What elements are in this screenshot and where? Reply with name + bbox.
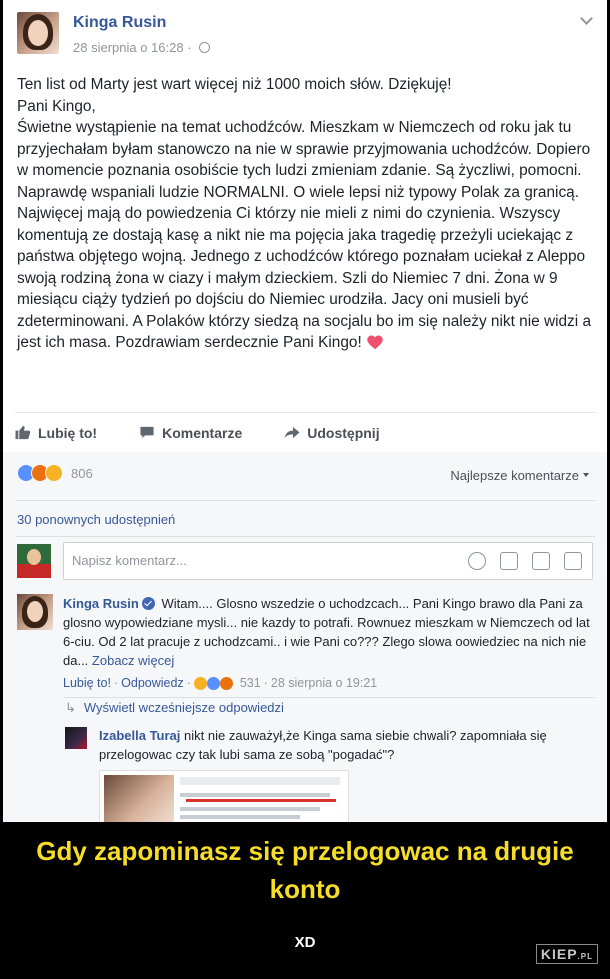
share-button[interactable]: Udostępnij (284, 424, 380, 441)
post-intro: Ten list od Marty jest wart więcej niż 1… (17, 76, 452, 93)
post-letter-text: Świetne wystąpienie na temat uchodźców. … (17, 119, 592, 351)
screenshot-frame: Kinga Rusin 28 sierpnia o 16:28 · Ten li… (0, 0, 610, 979)
reply-arrow-icon: ↳ (65, 700, 76, 715)
current-user-avatar[interactable] (17, 544, 51, 578)
attached-image-line (180, 793, 330, 797)
previous-replies-link[interactable]: ↳ Wyświetl wcześniejsze odpowiedzi (65, 700, 284, 716)
gif-icon[interactable] (532, 552, 550, 570)
comment-button[interactable]: Komentarze (139, 425, 242, 441)
thumbs-up-icon (15, 425, 31, 440)
camera-icon[interactable] (500, 552, 518, 570)
post-greeting: Pani Kingo, (17, 97, 96, 115)
post-body: Ten list od Marty jest wart więcej niż 1… (17, 74, 597, 354)
haha-reaction-icon (45, 464, 63, 482)
separator: · (263, 676, 268, 690)
post-author-name[interactable]: Kinga Rusin (73, 14, 166, 32)
post-date[interactable]: 28 sierpnia o 16:28 · (73, 40, 195, 55)
haha-reaction-icon (193, 676, 207, 690)
attached-image-photo (104, 775, 174, 822)
comment-sort-dropdown[interactable]: Najlepsze komentarze (450, 468, 589, 483)
like-reaction-icon (206, 676, 220, 690)
comment-label: Komentarze (162, 424, 243, 441)
see-more-link[interactable]: Zobacz więcej (92, 653, 174, 668)
divider (15, 536, 595, 537)
angry-reaction-icon (219, 676, 233, 690)
previous-replies-label: Wyświetl wcześniejsze odpowiedzi (83, 700, 284, 715)
reply-author-name[interactable]: Izabella Turaj (99, 728, 180, 743)
attached-image-underline (186, 799, 336, 802)
separator: · (186, 676, 191, 690)
separator: · (113, 676, 119, 690)
author-avatar[interactable] (17, 12, 59, 54)
watermark-main: KIEP (540, 946, 578, 962)
comment-input-tools (468, 552, 582, 570)
divider (15, 500, 595, 501)
verified-badge-icon (141, 597, 155, 610)
chevron-down-icon[interactable] (580, 12, 593, 25)
facebook-post-card: Kinga Rusin 28 sierpnia o 16:28 · Ten li… (3, 0, 607, 822)
comment-date[interactable]: 28 sierpnia o 19:21 (271, 676, 377, 690)
post-action-bar: Lubię to! Komentarze Udostępnij (15, 412, 595, 452)
post-timestamp[interactable]: 28 sierpnia o 16:28 · (73, 40, 211, 55)
reply-body: Izabella Turaj nikt nie zauważył,że King… (99, 726, 589, 764)
reply-attached-image[interactable] (99, 770, 349, 822)
comment-input-placeholder: Napisz komentarz... (72, 553, 187, 568)
like-button[interactable]: Lubię to! (15, 425, 97, 441)
watermark-suffix: .PL (577, 952, 593, 961)
meme-subtitle: XD (294, 934, 316, 951)
reactions-summary[interactable]: 806 (17, 464, 93, 482)
comment-body: Kinga Rusin Witam.... Glosno wszedzie o … (63, 594, 593, 670)
heart-icon (366, 335, 383, 350)
share-arrow-icon (284, 426, 300, 439)
sticker-icon[interactable] (564, 552, 582, 570)
reply-author-avatar[interactable] (65, 727, 87, 749)
comment-reply-link[interactable]: Odpowiedz (121, 676, 184, 690)
share-label: Udostępnij (307, 424, 380, 441)
emoji-icon[interactable] (468, 552, 486, 570)
reaction-count: 806 (71, 465, 93, 481)
commenter-avatar[interactable] (17, 594, 53, 630)
site-watermark: KIEP.PL (535, 944, 598, 964)
divider (63, 697, 595, 698)
attached-image-line (180, 807, 320, 811)
like-label: Lubię to! (38, 424, 98, 441)
comment-icon (140, 426, 154, 439)
meme-caption: Gdy zapominasz się przelogowac na drugie… (36, 836, 574, 904)
comment-like-link[interactable]: Lubię to! (63, 676, 111, 690)
attached-image-line (180, 815, 300, 819)
attached-image-bar (180, 777, 340, 785)
shares-link[interactable]: 30 ponownych udostępnień (17, 512, 175, 527)
comment-meta: Lubię to! · Odpowiedz · 531 · 28 sierpni… (63, 676, 377, 690)
comment-input[interactable]: Napisz komentarz... (63, 542, 593, 580)
post-letter: Świetne wystąpienie na temat uchodźców. … (17, 117, 597, 354)
comment-reaction-count[interactable]: 531 (240, 676, 261, 690)
globe-icon (199, 42, 211, 53)
commenter-name[interactable]: Kinga Rusin (63, 596, 139, 611)
